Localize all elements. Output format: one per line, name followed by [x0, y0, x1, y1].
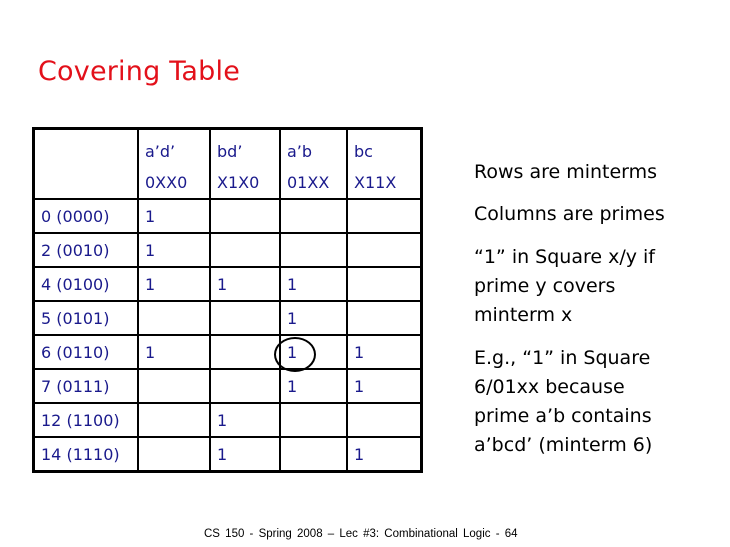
minterm-label-cell: 0 (0000)	[32, 198, 139, 234]
prime-pattern: X11X	[354, 173, 397, 192]
note-rows: Rows are minterms	[474, 158, 657, 187]
cover-mark: 1	[287, 274, 298, 294]
note-line: Columns are primes	[474, 203, 665, 225]
slide-footer: CS 150 - Spring 2008 – Lec #3: Combinati…	[204, 528, 518, 540]
table-row: 5 (0101) 1	[32, 300, 423, 336]
cover-cell: 1	[279, 368, 348, 404]
minterm-label-cell: 5 (0101)	[32, 300, 139, 336]
minterm-label-cell: 2 (0010)	[32, 232, 139, 268]
cover-mark: 1	[145, 240, 156, 260]
note-line: a’bcd’ (minterm 6)	[474, 434, 653, 456]
cover-cell	[346, 300, 423, 336]
cover-mark: 1	[217, 444, 228, 464]
cover-cell	[209, 232, 281, 268]
cover-cell	[279, 402, 348, 438]
prime-expression: bd’	[217, 142, 243, 161]
minterm-label-cell: 7 (0111)	[32, 368, 139, 404]
header-prime-cell: a’b 01XX	[279, 127, 348, 200]
cover-cell	[279, 198, 348, 234]
header-prime-cell: bc X11X	[346, 127, 423, 200]
cover-mark: 1	[287, 376, 298, 396]
cover-mark: 1	[145, 342, 156, 362]
cover-cell	[137, 368, 211, 404]
cover-mark: 1	[287, 308, 298, 328]
table-row: 4 (0100) 1 1 1	[32, 266, 423, 302]
table-row: 6 (0110) 1 1 1	[32, 334, 423, 372]
cover-cell: 1	[346, 368, 423, 404]
table-row: 7 (0111) 1 1	[32, 368, 423, 404]
note-line: Rows are minterms	[474, 161, 658, 183]
cover-cell	[346, 266, 423, 302]
cover-cell: 1	[279, 300, 348, 336]
cover-cell	[279, 232, 348, 268]
cover-mark: 1	[354, 342, 365, 362]
note-columns: Columns are primes	[474, 200, 665, 229]
cover-cell: 1	[346, 436, 423, 473]
covering-table: a’d’ 0XX0 bd’ X1X0 a’b 01XX bc X11X 0 (0…	[32, 127, 423, 473]
minterm-label-cell: 12 (1100)	[32, 402, 139, 438]
cover-cell	[209, 334, 281, 370]
cover-mark: 1	[354, 376, 365, 396]
prime-expression: a’b	[287, 142, 313, 161]
cover-cell	[209, 368, 281, 404]
cover-cell: 1	[346, 334, 423, 370]
cover-cell	[279, 436, 348, 473]
minterm-label-cell: 4 (0100)	[32, 266, 139, 302]
cover-cell: 1	[209, 402, 281, 438]
cover-cell	[346, 232, 423, 268]
header-prime-cell: a’d’ 0XX0	[137, 127, 211, 200]
prime-pattern: 01XX	[287, 173, 330, 192]
cover-mark: 1	[217, 274, 228, 294]
note-line: “1” in Square x/y if	[474, 246, 656, 268]
header-prime-cell: bd’ X1X0	[209, 127, 281, 200]
cover-cell: 1	[137, 266, 211, 302]
note-square-definition: “1” in Square x/y if prime y covers mint…	[474, 243, 655, 330]
prime-pattern: 0XX0	[145, 173, 188, 192]
cover-cell	[137, 436, 211, 473]
cover-cell: 1	[137, 198, 211, 234]
note-line: prime y covers	[474, 275, 616, 297]
cover-mark: 1	[145, 206, 156, 226]
cover-cell	[346, 402, 423, 438]
cover-cell: 1	[209, 266, 281, 302]
table-row: 14 (1110) 1 1	[32, 436, 423, 473]
cover-cell	[137, 402, 211, 438]
cover-mark: 1	[145, 274, 156, 294]
table-row: 0 (0000) 1	[32, 198, 423, 234]
cover-cell: 1	[209, 436, 281, 473]
header-corner-cell	[32, 127, 139, 200]
slide-title: Covering Table	[38, 56, 241, 87]
cover-cell	[346, 198, 423, 234]
note-line: 6/01xx because	[474, 376, 625, 398]
prime-expression: a’d’	[145, 142, 176, 161]
note-line: E.g., “1” in Square	[474, 347, 651, 369]
circled-cover-mark: 1	[273, 336, 317, 372]
cover-cell: 1	[137, 334, 211, 370]
table-header-row: a’d’ 0XX0 bd’ X1X0 a’b 01XX bc X11X	[32, 127, 423, 200]
cover-cell	[137, 300, 211, 336]
cover-cell: 1	[273, 334, 348, 372]
prime-expression: bc	[354, 142, 373, 161]
cover-cell: 1	[137, 232, 211, 268]
cover-cell: 1	[279, 266, 348, 302]
table-row: 12 (1100) 1	[32, 402, 423, 438]
cover-cell	[209, 198, 281, 234]
note-line: prime a’b contains	[474, 405, 652, 427]
cover-mark: 1	[217, 410, 228, 430]
prime-pattern: X1X0	[217, 173, 260, 192]
note-line: minterm x	[474, 304, 573, 326]
minterm-label-cell: 6 (0110)	[32, 334, 139, 370]
minterm-label-cell: 14 (1110)	[32, 436, 139, 473]
note-example: E.g., “1” in Square 6/01xx because prime…	[474, 344, 652, 460]
cover-cell	[209, 300, 281, 336]
table-row: 2 (0010) 1	[32, 232, 423, 268]
cover-mark: 1	[354, 444, 365, 464]
